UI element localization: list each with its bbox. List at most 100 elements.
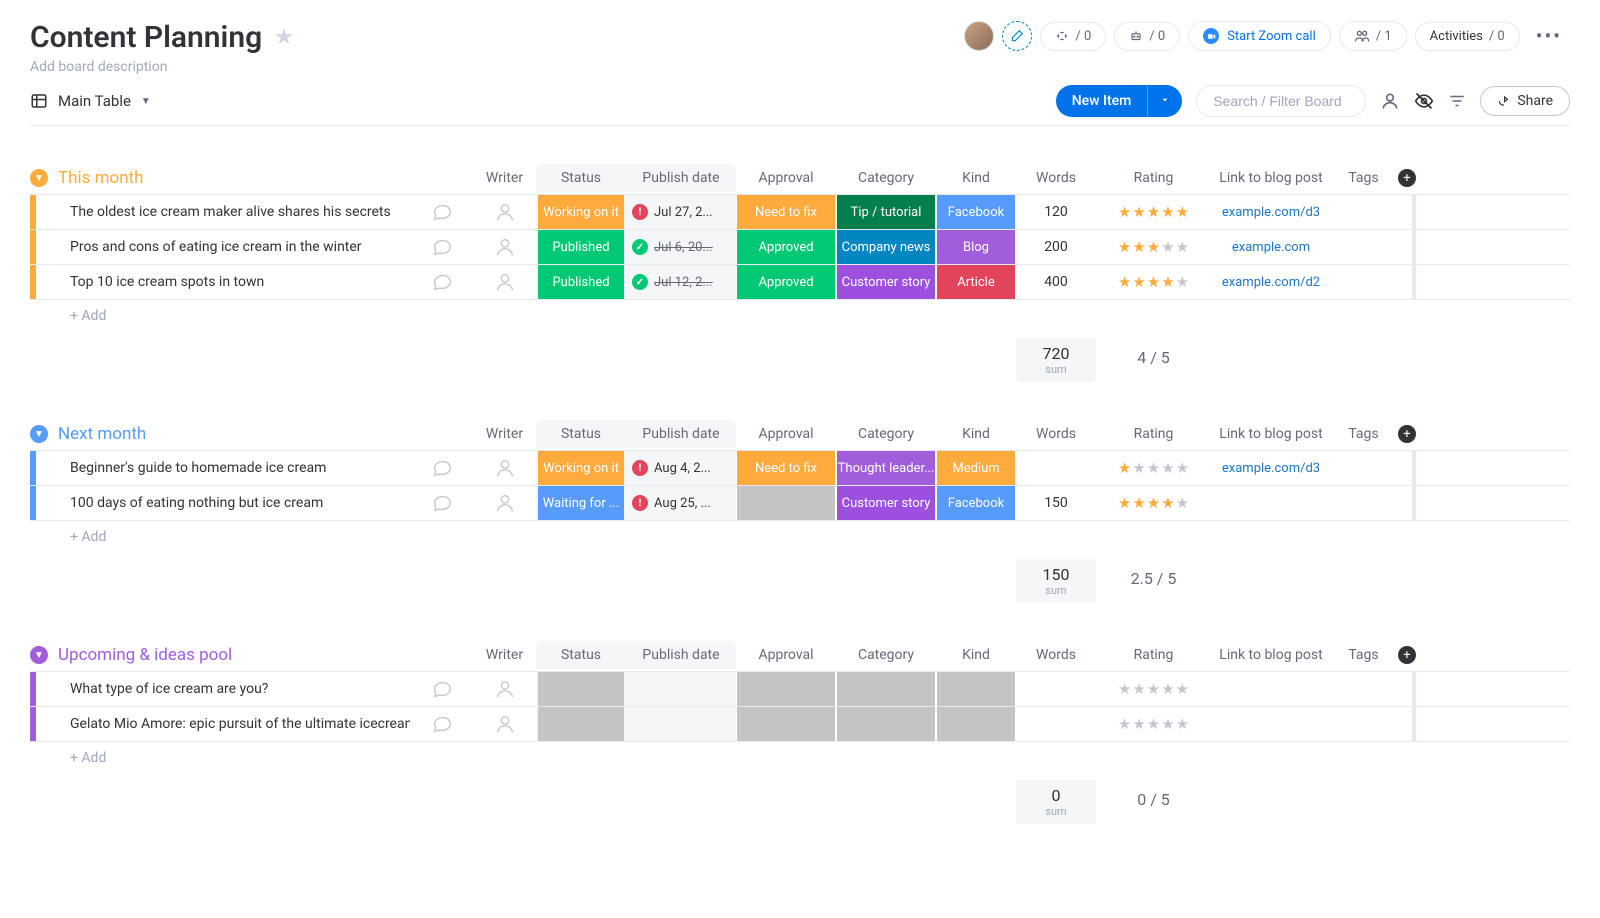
kind-cell[interactable]: Medium [937,451,1015,485]
publish-date-cell[interactable]: !Aug 25, ... [626,486,736,520]
avatar[interactable] [964,21,994,51]
column-header-tags[interactable]: Tags [1331,164,1396,192]
share-button[interactable]: Share [1480,86,1570,116]
person-filter-icon[interactable] [1380,91,1400,111]
approval-cell[interactable]: Approved [737,265,835,299]
link-cell[interactable]: example.com/d3 [1211,195,1331,229]
writer-cell[interactable] [473,486,536,520]
add-item-button[interactable]: + Add [58,300,410,332]
link-cell[interactable] [1211,486,1331,520]
eye-hide-icon[interactable] [1414,91,1434,111]
column-header-approval[interactable]: Approval [736,641,836,669]
integration-plug-button[interactable]: / 0 [1040,22,1106,51]
words-cell[interactable]: 400 [1016,265,1096,299]
chat-icon[interactable] [410,707,473,741]
board-description[interactable]: Add board description [30,59,294,75]
item-name[interactable]: Gelato Mio Amore: epic pursuit of the ul… [58,707,410,741]
tags-cell[interactable] [1331,672,1396,706]
item-name[interactable]: What type of ice cream are you? [58,672,410,706]
writer-cell[interactable] [473,672,536,706]
approval-cell[interactable]: Need to fix [737,195,835,229]
status-cell[interactable]: Working on it [538,195,624,229]
group-title[interactable]: Upcoming & ideas pool [58,645,232,665]
search-input[interactable] [1196,85,1366,117]
category-cell[interactable] [837,672,935,706]
column-header-words[interactable]: Words [1016,164,1096,192]
rating-cell[interactable]: ★★★★★ [1096,265,1211,299]
status-cell[interactable] [538,672,624,706]
start-zoom-button[interactable]: Start Zoom call [1188,21,1331,51]
category-cell[interactable]: Company news [837,230,935,264]
activities-button[interactable]: Activities / 0 [1415,22,1520,51]
item-name[interactable]: Top 10 ice cream spots in town [58,265,410,299]
kind-cell[interactable]: Facebook [937,486,1015,520]
words-cell[interactable]: 150 [1016,486,1096,520]
writer-cell[interactable] [473,707,536,741]
item-name[interactable]: Pros and cons of eating ice cream in the… [58,230,410,264]
column-header-rating[interactable]: Rating [1096,420,1211,448]
column-header-approval[interactable]: Approval [736,420,836,448]
collapse-group-icon[interactable]: ▼ [30,646,48,664]
column-header-words[interactable]: Words [1016,420,1096,448]
item-name[interactable]: Beginner's guide to homemade ice cream [58,451,410,485]
link-cell[interactable]: example.com/d2 [1211,265,1331,299]
column-header-writer[interactable]: Writer [473,420,536,448]
board-title[interactable]: Content Planning [30,20,262,55]
rating-cell[interactable]: ★★★★★ [1096,195,1211,229]
status-cell[interactable] [538,707,624,741]
column-header-link[interactable]: Link to blog post [1211,420,1331,448]
add-member-icon[interactable] [1002,21,1032,51]
new-item-button[interactable]: New Item [1056,85,1183,117]
status-cell[interactable]: Working on it [538,451,624,485]
column-header-link[interactable]: Link to blog post [1211,164,1331,192]
add-column-icon[interactable]: + [1398,646,1416,664]
column-header-kind[interactable]: Kind [936,420,1016,448]
column-header-rating[interactable]: Rating [1096,641,1211,669]
rating-cell[interactable]: ★★★★★ [1096,451,1211,485]
column-header-publish-date[interactable]: Publish date [626,164,736,192]
publish-date-cell[interactable]: !Aug 4, 2... [626,451,736,485]
group-title[interactable]: This month [58,168,144,188]
tags-cell[interactable] [1331,451,1396,485]
writer-cell[interactable] [473,265,536,299]
kind-cell[interactable]: Article [937,265,1015,299]
kind-cell[interactable] [937,707,1015,741]
writer-cell[interactable] [473,230,536,264]
chat-icon[interactable] [410,486,473,520]
category-cell[interactable] [837,707,935,741]
words-cell[interactable]: 200 [1016,230,1096,264]
column-header-status[interactable]: Status [536,420,626,448]
collapse-group-icon[interactable]: ▼ [30,425,48,443]
add-item-button[interactable]: + Add [58,521,410,553]
kind-cell[interactable]: Facebook [937,195,1015,229]
approval-cell[interactable]: Need to fix [737,451,835,485]
group-title[interactable]: Next month [58,424,146,444]
column-header-status[interactable]: Status [536,641,626,669]
link-cell[interactable] [1211,672,1331,706]
chevron-down-icon[interactable] [1147,85,1182,117]
item-name[interactable]: The oldest ice cream maker alive shares … [58,195,410,229]
column-header-link[interactable]: Link to blog post [1211,641,1331,669]
view-selector[interactable]: Main Table ▼ [30,92,151,110]
column-header-tags[interactable]: Tags [1331,420,1396,448]
publish-date-cell[interactable] [626,672,736,706]
link-cell[interactable]: example.com [1211,230,1331,264]
rating-cell[interactable]: ★★★★★ [1096,486,1211,520]
column-header-category[interactable]: Category [836,641,936,669]
approval-cell[interactable]: Approved [737,230,835,264]
tags-cell[interactable] [1331,265,1396,299]
approval-cell[interactable] [737,672,835,706]
add-item-button[interactable]: + Add [58,742,410,774]
column-header-category[interactable]: Category [836,164,936,192]
add-column-icon[interactable]: + [1398,169,1416,187]
words-cell[interactable] [1016,451,1096,485]
category-cell[interactable]: Customer story [837,265,935,299]
column-header-rating[interactable]: Rating [1096,164,1211,192]
kind-cell[interactable]: Blog [937,230,1015,264]
column-header-status[interactable]: Status [536,164,626,192]
column-header-kind[interactable]: Kind [936,164,1016,192]
chat-icon[interactable] [410,195,473,229]
more-options-icon[interactable]: ••• [1528,20,1570,52]
chat-icon[interactable] [410,230,473,264]
words-cell[interactable]: 120 [1016,195,1096,229]
